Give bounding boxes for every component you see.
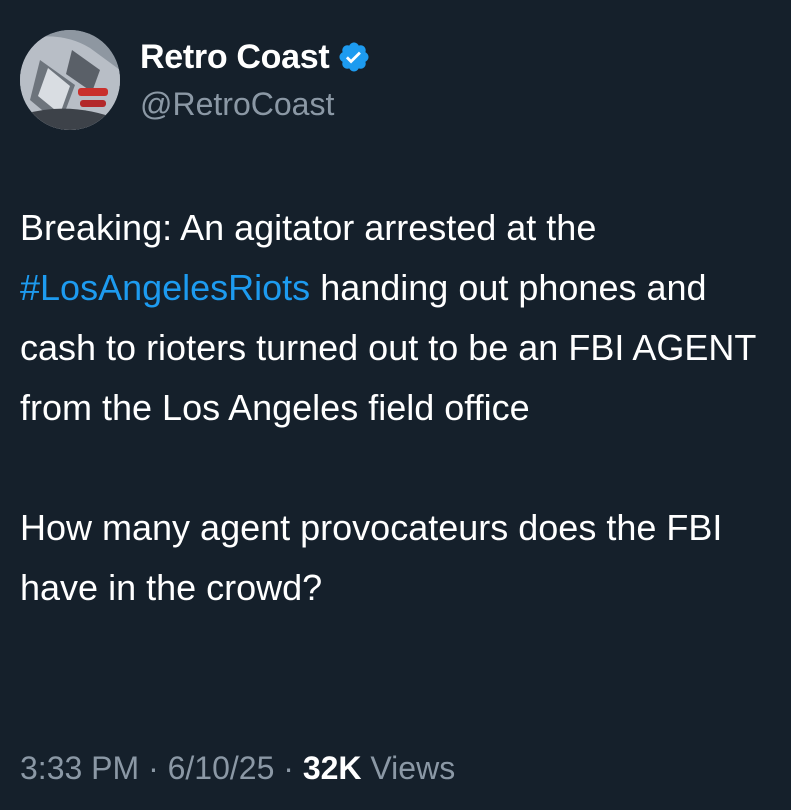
tweet-date[interactable]: 6/10/25 (168, 750, 275, 786)
author-handle[interactable]: @RetroCoast (140, 84, 371, 124)
display-name-row: Retro Coast (140, 36, 371, 78)
tweet-paragraph-2: How many agent provocateurs does the FBI… (20, 507, 723, 608)
vintage-car-avatar-icon (20, 30, 120, 130)
tweet-header: Retro Coast @RetroCoast (20, 30, 371, 130)
verified-badge-icon[interactable] (337, 40, 371, 74)
views-label[interactable]: Views (370, 750, 455, 786)
tweet-time[interactable]: 3:33 PM (20, 750, 139, 786)
tweet-paragraph-1: Breaking: An agitator arrested at the #L… (20, 198, 780, 438)
author-display-name[interactable]: Retro Coast (140, 36, 330, 78)
tweet-card: Retro Coast @RetroCoast Breaking: An agi… (0, 0, 791, 810)
tweet-text: Breaking: An agitator arrested at the #L… (20, 198, 780, 618)
author-names: Retro Coast @RetroCoast (140, 36, 371, 124)
author-avatar[interactable] (20, 30, 120, 130)
hashtag-link[interactable]: #LosAngelesRiots (20, 267, 310, 308)
meta-separator: · (148, 750, 159, 786)
tweet-text-lead: Breaking: An agitator arrested at the (20, 207, 597, 248)
tweet-meta: 3:33 PM · 6/10/25 · 32K Views (20, 744, 455, 792)
meta-separator-2: · (283, 750, 294, 786)
views-count[interactable]: 32K (303, 750, 362, 786)
